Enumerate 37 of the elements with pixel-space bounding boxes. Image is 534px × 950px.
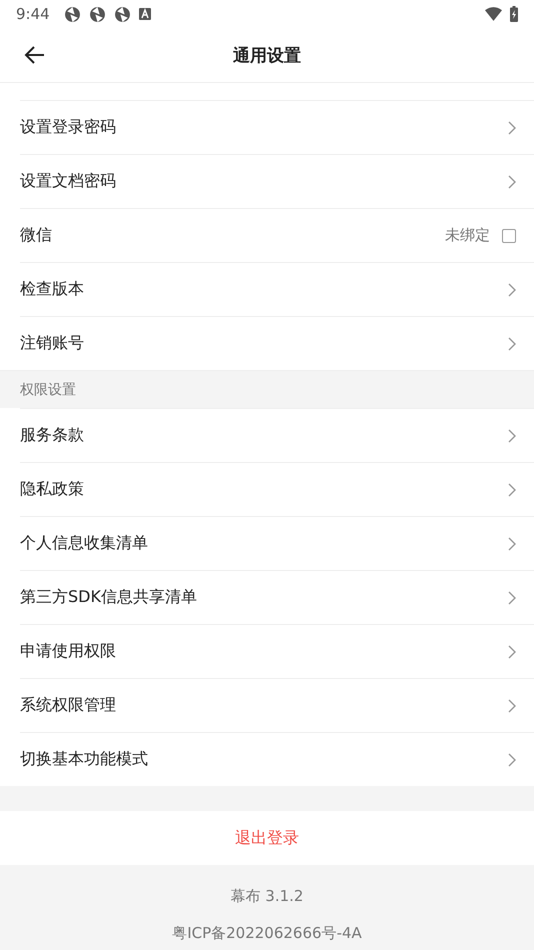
battery-charging-icon bbox=[510, 6, 518, 22]
setting-item[interactable]: 第三方SDK信息共享清单 bbox=[20, 587, 197, 608]
setting-item[interactable]: 注销账号 bbox=[20, 333, 84, 354]
section-header: 权限设置 bbox=[0, 370, 534, 408]
setting-item[interactable]: 申请使用权限 bbox=[20, 641, 116, 662]
setting-item[interactable]: 切换基本功能模式 bbox=[20, 749, 148, 770]
chevron-right-icon bbox=[508, 174, 516, 188]
page-title: 通用设置 bbox=[233, 44, 301, 66]
app-notification-icon bbox=[64, 6, 81, 22]
setting-item[interactable]: 微信 bbox=[20, 225, 52, 246]
setting-item[interactable]: 服务条款 bbox=[20, 425, 84, 446]
binding-status: 未绑定 bbox=[445, 226, 490, 245]
chevron-right-icon bbox=[508, 590, 516, 604]
setting-item[interactable]: 隐私政策 bbox=[20, 479, 84, 500]
setting-item[interactable]: 检查版本 bbox=[20, 279, 84, 300]
chevron-right-icon bbox=[508, 282, 516, 296]
chevron-right-icon bbox=[508, 698, 516, 712]
chevron-right-icon bbox=[508, 536, 516, 550]
chevron-right-icon bbox=[508, 336, 516, 350]
wifi-icon bbox=[485, 6, 502, 22]
keyboard-icon bbox=[138, 8, 151, 20]
logout-button[interactable]: 退出登录 bbox=[0, 811, 534, 865]
chevron-right-icon bbox=[508, 752, 516, 766]
chevron-right-icon bbox=[508, 120, 516, 134]
chevron-right-icon bbox=[508, 428, 516, 442]
chevron-right-icon bbox=[508, 644, 516, 658]
setting-item[interactable]: 设置登录密码 bbox=[20, 117, 116, 138]
app-version: 幕布 3.1.2 bbox=[230, 887, 304, 906]
icp-number: 粤ICP备2022062666号-4A bbox=[172, 924, 362, 943]
checkbox[interactable] bbox=[502, 228, 516, 242]
setting-item[interactable]: 个人信息收集清单 bbox=[20, 533, 148, 554]
setting-item[interactable]: 系统权限管理 bbox=[20, 695, 116, 716]
chevron-right-icon bbox=[508, 482, 516, 496]
status-time: 9:44 bbox=[16, 5, 50, 23]
app-notification-icon bbox=[88, 6, 106, 22]
setting-item[interactable]: 设置文档密码 bbox=[20, 171, 116, 192]
app-notification-icon bbox=[114, 6, 131, 22]
